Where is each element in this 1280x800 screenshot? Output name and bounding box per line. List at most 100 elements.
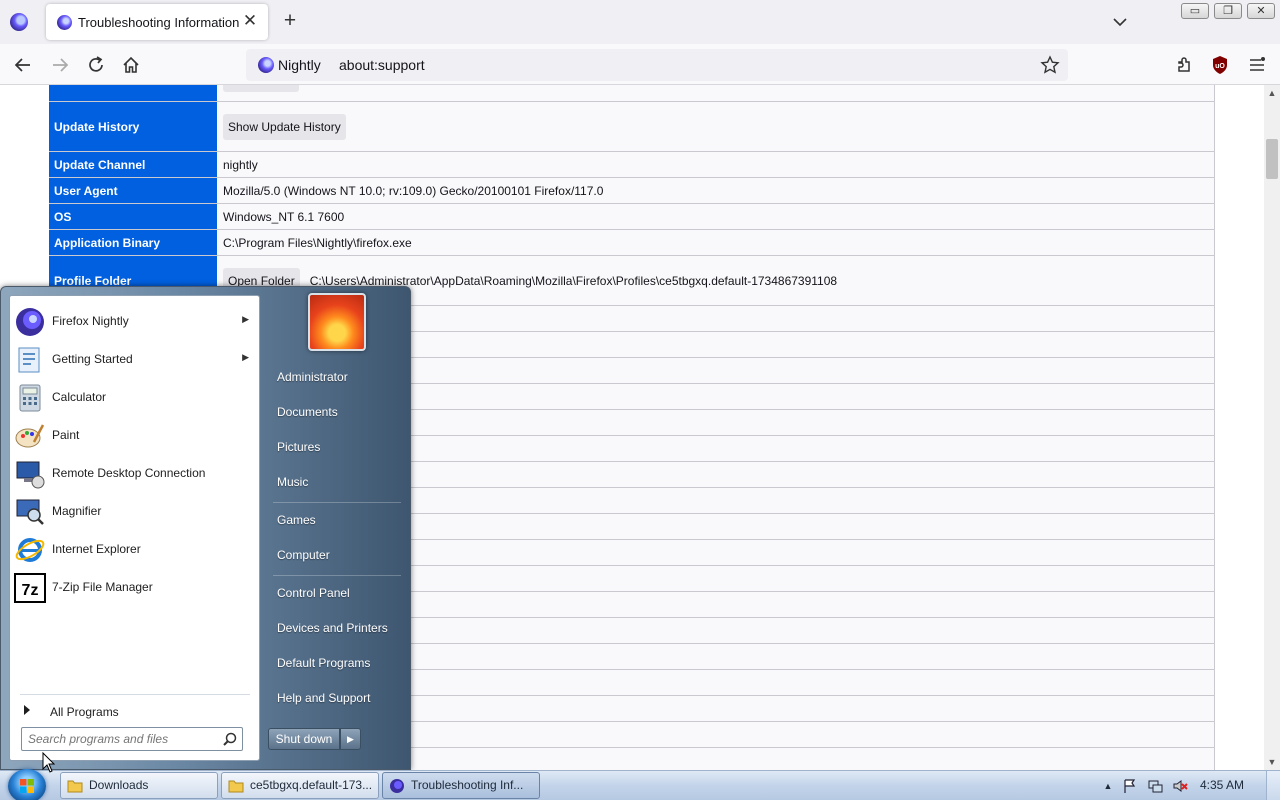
start-item-getting-started[interactable]: Getting Started ▶ [12,342,259,378]
row-label [49,85,217,101]
windows-logo-icon [20,779,34,793]
scroll-down-icon[interactable]: ▼ [1264,754,1280,770]
new-tab-button[interactable]: + [278,9,302,33]
network-icon[interactable] [1147,778,1163,794]
svg-text:uO: uO [1215,63,1225,70]
table-row: OS Windows_NT 6.1 7600 [49,204,1215,230]
start-right-documents[interactable]: Documents [269,398,405,426]
all-programs-button[interactable]: All Programs [18,700,253,722]
back-icon[interactable] [12,54,34,76]
tab-title: Troubleshooting Information [78,15,240,30]
start-right-control-panel[interactable]: Control Panel [269,579,405,607]
reload-icon[interactable] [85,54,107,76]
start-item-paint[interactable]: Paint [12,418,259,454]
close-window-button[interactable]: ✕ [1247,3,1275,19]
start-right-games[interactable]: Games [269,506,405,534]
ublock-origin-icon[interactable]: uO [1209,54,1231,76]
start-right-music[interactable]: Music [269,468,405,496]
firefox-nightly-icon [258,57,274,73]
minimize-button[interactable]: ▭ [1181,3,1209,19]
table-border [1214,85,1215,770]
start-item-label: Magnifier [52,504,102,518]
taskbar-item-troubleshooting[interactable]: Troubleshooting Inf... [382,772,540,799]
table-row: Update Channel nightly [49,152,1215,178]
remote-desktop-icon [16,461,45,489]
shutdown-button[interactable]: Shut down [268,728,340,750]
start-right-devices-printers[interactable]: Devices and Printers [269,614,405,642]
start-item-firefox-nightly[interactable]: Firefox Nightly ▶ [12,304,259,340]
row-value [218,85,1215,101]
table-row: Update History Show Update History [49,102,1215,152]
triangle-right-icon [24,705,30,715]
extensions-icon[interactable] [1173,54,1195,76]
scroll-up-icon[interactable]: ▲ [1264,85,1280,101]
forward-icon[interactable] [49,54,71,76]
mouse-cursor-icon [42,752,56,773]
identity-label: Nightly [278,57,321,73]
taskbar-item-label: Downloads [89,778,149,792]
taskbar-item-downloads[interactable]: Downloads [60,772,218,799]
show-hidden-icons-icon[interactable]: ▲ [1100,778,1116,794]
search-icon[interactable] [222,731,238,747]
bookmark-star-icon[interactable] [1040,55,1060,75]
identity-box[interactable]: Nightly [254,55,325,75]
taskbar-item-label: ce5tbgxq.default-173... [250,778,373,792]
magnifier-icon [16,499,44,525]
start-item-7zip[interactable]: 7z 7-Zip File Manager [12,570,259,606]
row-label: OS [49,204,217,229]
start-menu-programs-pane: Firefox Nightly ▶ Getting Started ▶ Calc… [9,295,260,761]
row-value: nightly [218,152,1215,177]
table-row: Application Binary C:\Program Files\Nigh… [49,230,1215,256]
svg-text:7z: 7z [22,582,39,599]
start-button[interactable] [8,769,46,800]
start-right-help-support[interactable]: Help and Support [269,684,405,712]
start-right-administrator[interactable]: Administrator [269,363,405,391]
submenu-arrow-icon: ▶ [242,314,249,324]
firefox-nightly-icon [57,15,72,30]
start-item-internet-explorer[interactable]: Internet Explorer [12,532,259,568]
clock[interactable]: 4:35 AM [1200,778,1244,792]
scroll-thumb[interactable] [1266,139,1278,179]
restore-button[interactable]: ❐ [1214,3,1242,19]
calculator-icon [19,384,41,412]
close-icon[interactable]: ✕ [240,11,260,31]
start-right-computer[interactable]: Computer [269,541,405,569]
start-item-label: Calculator [52,390,107,404]
vertical-scrollbar[interactable]: ▲ ▼ [1264,85,1280,770]
chevron-down-icon[interactable] [1110,12,1130,32]
partially-hidden-button[interactable] [223,85,299,92]
row-value: C:\Program Files\Nightly\firefox.exe [218,230,1215,255]
action-center-flag-icon[interactable] [1122,778,1138,794]
start-right-pictures[interactable]: Pictures [269,433,405,461]
start-item-magnifier[interactable]: Magnifier [12,494,259,530]
divider [273,575,401,576]
start-right-default-programs[interactable]: Default Programs [269,649,405,677]
firefox-nightly-icon [16,308,44,336]
start-search-input[interactable] [28,731,218,747]
home-icon[interactable] [120,54,142,76]
table-row: User Agent Mozilla/5.0 (Windows NT 10.0;… [49,178,1215,204]
start-item-label: 7-Zip File Manager [52,580,153,594]
7zip-icon: 7z [14,573,46,603]
folder-icon [67,780,83,793]
start-search-box[interactable] [21,727,243,751]
taskbar-item-profile-folder[interactable]: ce5tbgxq.default-173... [221,772,379,799]
taskbar-item-label: Troubleshooting Inf... [411,778,524,792]
show-update-history-button[interactable]: Show Update History [223,113,346,140]
divider [273,502,401,503]
show-desktop-button[interactable] [1266,771,1280,800]
row-label: Update Channel [49,152,217,177]
firefox-view-icon[interactable] [10,13,28,31]
start-item-label: Remote Desktop Connection [52,466,206,480]
row-label: Application Binary [49,230,217,255]
url-bar[interactable]: Nightly about:support [246,49,1068,81]
user-picture[interactable] [308,293,366,351]
start-item-calculator[interactable]: Calculator [12,380,259,416]
row-value: Mozilla/5.0 (Windows NT 10.0; rv:109.0) … [218,178,1215,203]
shutdown-options-arrow-icon[interactable]: ▶ [340,728,361,750]
tab-troubleshooting[interactable]: Troubleshooting Information ✕ [46,4,268,40]
start-item-remote-desktop[interactable]: Remote Desktop Connection [12,456,259,492]
url-text[interactable]: about:support [339,55,425,75]
menu-icon[interactable] [1246,54,1268,76]
volume-muted-icon[interactable] [1172,778,1188,794]
